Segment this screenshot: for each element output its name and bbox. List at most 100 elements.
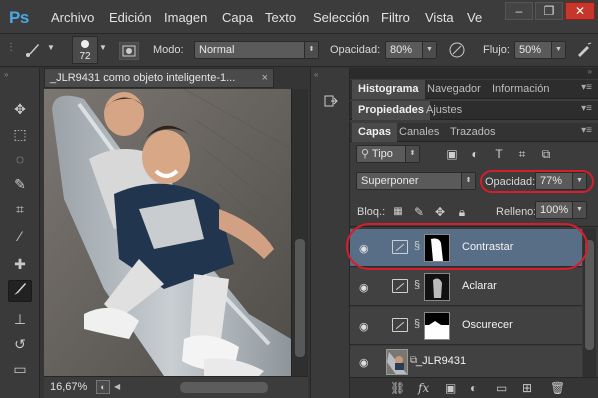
link-layers-icon[interactable]: ⛓︎ [390,381,405,395]
healing-brush-tool-icon[interactable]: ✚ [8,253,32,275]
lock-all-icon[interactable]: 🔒︎ [454,204,470,220]
tab-ajustes[interactable]: Ajustes [420,101,468,120]
menu-edicion[interactable]: Edición [109,10,152,25]
filter-type-icon[interactable]: T [491,146,507,162]
brush-preset-icon[interactable] [22,41,44,62]
layer-name[interactable]: _JLR9431 [416,355,466,367]
close-button[interactable]: ✕ [565,2,595,20]
scroll-left-icon[interactable]: ◀ [114,382,120,391]
menu-vista[interactable]: Vista [425,10,454,25]
eyedropper-tool-icon[interactable]: ⁄ [8,225,32,247]
new-group-icon[interactable]: ▭ [496,381,507,395]
eraser-tool-icon[interactable]: ▭ [8,358,32,380]
filter-adjustment-icon[interactable]: ◐ [467,146,483,162]
mode-select[interactable]: Normal ⬍ [194,41,319,59]
brush-tool-icon[interactable] [8,280,32,302]
eye-icon[interactable]: ◉ [359,320,369,333]
photoshop-window: Ps Archivo Edición Imagen Capa Texto Sel… [0,0,598,398]
menu-ventana[interactable]: Ve [467,10,482,25]
document-canvas[interactable] [44,89,291,376]
tab-histograma[interactable]: Histograma [352,80,425,99]
vertical-scrollbar[interactable] [291,89,308,376]
menu-imagen[interactable]: Imagen [164,10,207,25]
fx-icon[interactable]: fx [418,381,429,395]
doc-info-icon[interactable]: ◐ [96,380,110,394]
blend-mode-value: Superponer [361,175,419,187]
tools-panel: » ✥ ⬚ ◌ ✎ ⌗ ⁄ ✚ ⊥ ↺ ▭ [0,68,40,398]
filter-shape-icon[interactable]: ⌗ [514,146,530,162]
layer-thumbnail[interactable] [386,349,408,375]
menu-seleccion[interactable]: Selección [313,10,369,25]
layer-row-aclarar[interactable]: ◉ § Aclarar [350,268,582,306]
collapse-icon[interactable]: » [4,70,8,79]
chevron-down-icon[interactable]: ▼ [99,43,107,52]
curves-adjustment-icon [392,279,408,293]
eye-icon[interactable]: ◉ [359,356,369,369]
move-tool-icon[interactable]: ✥ [8,98,32,120]
pressure-opacity-icon[interactable] [448,41,466,62]
menu-filtro[interactable]: Filtro [381,10,410,25]
chevron-down-icon[interactable]: ▼ [47,43,55,52]
crop-tool-icon[interactable]: ⌗ [8,198,32,220]
layer-row-background[interactable]: ◉ ⧉ _JLR9431 [350,346,582,378]
filter-pixel-icon[interactable]: ▣ [444,146,460,162]
panel-menu-icon[interactable]: ▾≡ [581,125,592,136]
zoom-level[interactable]: 16,67% [50,381,87,393]
menu-texto[interactable]: Texto [265,10,296,25]
clone-stamp-tool-icon[interactable]: ⊥ [8,308,32,330]
layer-name[interactable]: Oscurecer [462,319,513,331]
new-adjustment-layer-icon[interactable]: ◐ [470,381,477,395]
minimize-button[interactable]: – [505,2,533,20]
restore-button[interactable]: ❐ [535,2,563,20]
brush-panel-toggle[interactable] [119,42,139,60]
tab-trazados[interactable]: Trazados [444,123,501,142]
add-mask-icon[interactable]: ▣ [445,381,456,395]
curves-adjustment-icon [392,318,408,332]
link-icon[interactable]: § [414,318,420,330]
marquee-tool-icon[interactable]: ⬚ [8,123,32,145]
tab-canales[interactable]: Canales [393,123,445,142]
layers-bottom-bar: ⛓︎ fx ▣ ◐ ▭ ⊞ 🗑︎ [350,377,598,398]
horizontal-scroll-thumb[interactable] [180,382,268,393]
photoshop-logo: Ps [9,8,29,27]
lock-image-icon[interactable]: ✎ [411,204,427,220]
layer-row-oscurecer[interactable]: ◉ § Oscurecer [350,307,582,345]
search-icon: ⚲ [361,148,372,160]
opacity-field[interactable]: 80% ▼ [385,41,437,59]
document-tab[interactable]: _JLR9431 como objeto inteligente-1... × [44,68,274,88]
panel-menu-icon[interactable]: ▾≡ [581,103,592,114]
new-layer-icon[interactable]: ⊞ [522,381,532,395]
layer-filter-select[interactable]: ⚲ Tipo ⬍ [356,145,420,163]
quick-selection-tool-icon[interactable]: ✎ [8,173,32,195]
history-panel-icon[interactable] [322,93,340,111]
blend-mode-select[interactable]: Superponer ⬍ [356,172,476,190]
layer-mask-thumbnail[interactable] [424,273,450,301]
lock-transparency-icon[interactable]: ▦ [390,204,406,220]
panel-menu-icon[interactable]: ▾≡ [581,82,592,93]
filter-smart-object-icon[interactable]: ⧉ [538,146,554,162]
link-icon[interactable]: § [414,279,420,291]
lasso-tool-icon[interactable]: ◌ [8,148,32,170]
airbrush-icon[interactable] [575,41,593,62]
menu-capa[interactable]: Capa [222,10,253,25]
layer-mask-thumbnail[interactable] [424,312,450,340]
layer-name[interactable]: Aclarar [462,280,497,292]
delete-layer-icon[interactable]: 🗑︎ [550,381,565,395]
tab-navegador[interactable]: Navegador [421,80,487,99]
flow-field[interactable]: 50% ▼ [514,41,566,59]
history-brush-tool-icon[interactable]: ↺ [8,333,32,355]
tab-informacion[interactable]: Información [486,80,555,99]
scroll-thumb[interactable] [295,239,305,357]
expand-icon[interactable]: » [588,67,592,76]
tab-propiedades[interactable]: Propiedades [352,101,431,120]
fill-field[interactable]: 100% ▼ [535,201,587,219]
brush-size-picker[interactable]: 72 [72,36,98,64]
collapse-icon[interactable]: « [314,70,318,79]
eye-icon[interactable]: ◉ [359,281,369,294]
tab-capas[interactable]: Capas [352,123,398,142]
panel-tabs-row-1: Histograma Navegador Información ▾≡ [350,80,598,99]
close-tab-icon[interactable]: × [262,69,268,87]
scroll-thumb[interactable] [585,240,594,350]
lock-position-icon[interactable]: ✥ [432,204,448,220]
menu-archivo[interactable]: Archivo [51,10,94,25]
